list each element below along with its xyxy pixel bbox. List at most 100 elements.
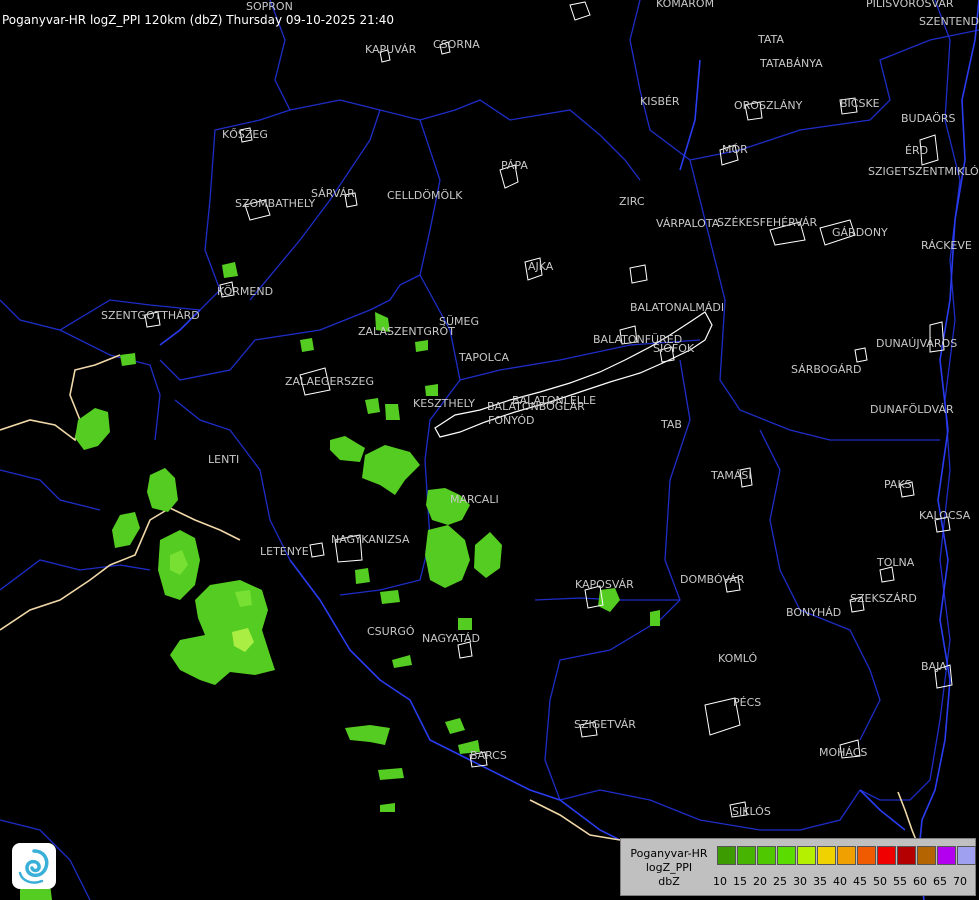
swirl-logo-icon — [18, 849, 49, 884]
city-label: SOPRON — [246, 0, 293, 13]
city-label: CSORNA — [433, 38, 480, 51]
city-label: NAGYKANIZSA — [331, 533, 410, 546]
city-label: VÁRPALOTA — [656, 217, 720, 230]
legend-tick-label: 45 — [853, 875, 867, 888]
city-label: SIÓFOK — [653, 342, 695, 355]
legend-tick-label: 55 — [893, 875, 907, 888]
color-scale-legend: Poganyvar-HR logZ_PPI dbZ 10 15 20 25 30 35 40… — [620, 838, 976, 896]
city-label: TATABÁNYA — [760, 57, 823, 70]
city-label: DUNAÚJVÁROS — [876, 337, 958, 350]
city-label: ZIRC — [619, 195, 645, 208]
legend-tick-label: 60 — [913, 875, 927, 888]
city-label: CELLDÖMÖLK — [387, 189, 463, 202]
radar-echoes — [20, 262, 660, 900]
city-label: FONYÓD — [488, 414, 535, 427]
city-label: BALATONBOGLÁR — [487, 400, 585, 413]
city-label: GÁRDONY — [832, 226, 888, 239]
legend-swatch — [817, 846, 836, 865]
city-label: ZALAEGERSZEG — [285, 375, 375, 388]
city-label: KESZTHELY — [413, 397, 476, 410]
radar-title: Poganyvar-HR logZ_PPI 120km (dbZ) Thursd… — [2, 13, 395, 27]
city-label: MÓR — [722, 143, 748, 156]
city-label: SÁRVÁR — [311, 187, 355, 200]
city-label: LETENYE — [260, 545, 309, 558]
city-label: MOHÁCS — [819, 746, 868, 759]
legend-swatch — [717, 846, 736, 865]
legend-unit: dbZ — [658, 875, 680, 888]
city-label: BAJA — [921, 660, 947, 673]
city-label: MARCALI — [450, 493, 499, 506]
city-label: BALATONALMÁDI — [630, 301, 725, 314]
legend-title: Poganyvar-HR logZ_PPI dbZ — [623, 847, 715, 889]
legend-tick-label: 50 — [873, 875, 887, 888]
city-label: SZENTGOTTHÁRD — [101, 309, 200, 322]
city-label: KISBÉR — [640, 95, 680, 108]
county-boundaries — [0, 0, 979, 900]
legend-tick-label: 25 — [773, 875, 787, 888]
legend-ticks: 10 15 20 25 30 35 40 45 50 55 60 65 70 — [710, 875, 970, 888]
city-label: PAKS — [884, 478, 912, 491]
legend-swatch — [877, 846, 896, 865]
city-label: AJKA — [528, 260, 554, 273]
city-label: BARCS — [470, 749, 507, 762]
legend-swatch — [837, 846, 856, 865]
city-label: TAMÁSI — [711, 469, 752, 482]
city-label: PÁPA — [501, 159, 528, 172]
city-label: BUDAÖRS — [901, 112, 956, 125]
city-label: NAGYATÁD — [422, 632, 480, 645]
legend-swatch — [957, 846, 976, 865]
city-label: KALOCSA — [919, 509, 971, 522]
city-label: KŐSZEG — [222, 128, 268, 141]
city-label: SZEKSZÁRD — [850, 592, 917, 605]
legend-swatch — [937, 846, 956, 865]
city-label: TOLNA — [877, 556, 915, 569]
city-label: SZIGETVÁR — [574, 718, 636, 731]
city-label: TATA — [758, 33, 784, 46]
city-label: KOMÁROM — [656, 0, 715, 10]
legend-tick-label: 65 — [933, 875, 947, 888]
city-label: KÖRMEND — [217, 285, 274, 298]
city-label: SÁRBOGÁRD — [791, 363, 862, 376]
city-label: PILISVÖRÖSVÁR — [866, 0, 954, 10]
city-label: SZIGETSZENTMIKLÓS — [868, 165, 979, 178]
city-label: CSURGÓ — [367, 625, 415, 638]
city-label: SZÉKESFEHÉRVÁR — [717, 216, 818, 229]
country-border — [0, 354, 921, 851]
city-label: BICSKE — [840, 97, 880, 110]
city-label: KAPOSVÁR — [575, 578, 634, 591]
legend-swatch — [797, 846, 816, 865]
city-label: SZOMBATHELY — [235, 197, 316, 210]
city-label: KAPUVÁR — [365, 43, 417, 56]
city-label: DUNAFÖLDVÁR — [870, 403, 954, 416]
legend-swatch — [897, 846, 916, 865]
radar-map — [0, 0, 979, 900]
city-label: TAB — [661, 418, 682, 431]
city-label: BONYHÁD — [786, 606, 842, 619]
legend-product: logZ_PPI — [645, 861, 693, 874]
legend-tick-label: 70 — [953, 875, 967, 888]
legend-tick-label: 30 — [793, 875, 807, 888]
city-label: SZENTENDRE — [919, 15, 979, 28]
city-label: SÜMEG — [439, 315, 479, 328]
legend-tick-label: 15 — [733, 875, 747, 888]
radar-logo — [12, 843, 56, 889]
city-label: ÉRD — [905, 144, 929, 157]
legend-swatch — [737, 846, 756, 865]
legend-tick-label: 40 — [833, 875, 847, 888]
legend-swatch — [857, 846, 876, 865]
city-label: DOMBÓVÁR — [680, 573, 745, 586]
legend-tick-label: 35 — [813, 875, 827, 888]
legend-tick-label: 10 — [713, 875, 727, 888]
city-label: LENTI — [208, 453, 240, 466]
legend-swatches — [717, 846, 977, 865]
legend-swatch — [777, 846, 796, 865]
legend-swatch — [917, 846, 936, 865]
legend-swatch — [757, 846, 776, 865]
city-label: KOMLÓ — [718, 652, 758, 665]
city-label: SIKLÓS — [732, 805, 771, 818]
legend-radar-name: Poganyvar-HR — [630, 847, 708, 860]
city-label: OROSZLÁNY — [734, 99, 803, 112]
city-label: TAPOLCA — [459, 351, 510, 364]
city-label: RÁCKEVE — [921, 239, 972, 252]
legend-tick-label: 20 — [753, 875, 767, 888]
